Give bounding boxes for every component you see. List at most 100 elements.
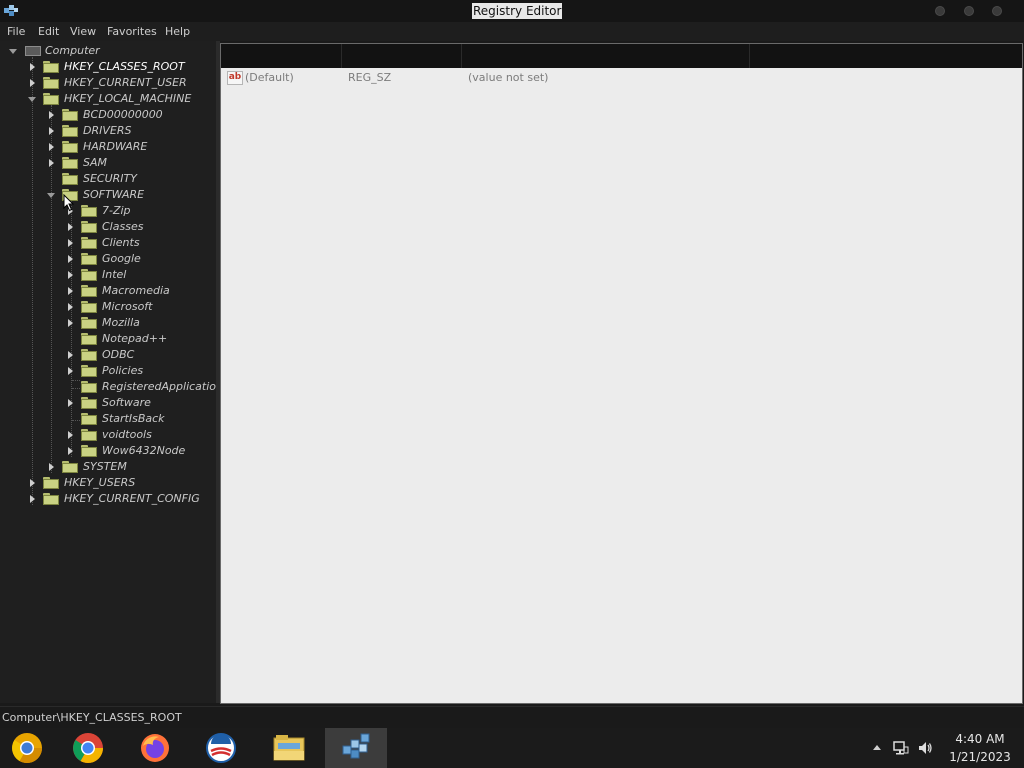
minimize-button[interactable]	[935, 6, 945, 16]
tree-node-google[interactable]: Google	[0, 251, 216, 267]
tree-node-startisback[interactable]: StartIsBack	[0, 411, 216, 427]
expand-arrow-icon[interactable]	[68, 239, 73, 247]
taskbar-file-explorer[interactable]	[258, 728, 320, 768]
taskbar-logo-app[interactable]	[190, 728, 252, 768]
tree-node-hardware[interactable]: HARDWARE	[0, 139, 216, 155]
tree-node-software-sub[interactable]: Software	[0, 395, 216, 411]
menu-favorites[interactable]: Favorites	[107, 25, 157, 39]
value-name: (Default)	[245, 71, 294, 84]
collapse-arrow-icon[interactable]	[47, 193, 55, 198]
tree-node-odbc[interactable]: ODBC	[0, 347, 216, 363]
tree-node-label: Software	[102, 396, 151, 409]
clock-date[interactable]: 1/21/2023	[944, 750, 1016, 765]
expand-arrow-icon[interactable]	[49, 463, 54, 471]
tree-node-intel[interactable]: Intel	[0, 267, 216, 283]
list-item[interactable]: ab (Default) REG_SZ (value not set)	[221, 70, 1022, 86]
expand-arrow-icon[interactable]	[30, 495, 35, 503]
folder-icon	[81, 317, 97, 329]
expand-arrow-icon[interactable]	[49, 111, 54, 119]
tree-node-drivers[interactable]: DRIVERS	[0, 123, 216, 139]
string-value-icon: ab	[227, 71, 243, 85]
status-path: Computer\HKEY_CLASSES_ROOT	[2, 711, 182, 724]
tree-node-security[interactable]: SECURITY	[0, 171, 216, 187]
collapse-arrow-icon[interactable]	[28, 97, 36, 102]
taskbar-registry-editor[interactable]	[325, 728, 387, 768]
expand-arrow-icon[interactable]	[68, 367, 73, 375]
tree-node-clients[interactable]: Clients	[0, 235, 216, 251]
tree-node-mozilla[interactable]: Mozilla	[0, 315, 216, 331]
tree-node-hkey-local-machine[interactable]: HKEY_LOCAL_MACHINE	[0, 91, 216, 107]
maximize-button[interactable]	[964, 6, 974, 16]
tree-node-wow6432node[interactable]: Wow6432Node	[0, 443, 216, 459]
folder-icon	[81, 365, 97, 377]
tree-node-software[interactable]: SOFTWARE	[0, 187, 216, 203]
tree-node-7-zip[interactable]: 7-Zip	[0, 203, 216, 219]
tree-node-voidtools[interactable]: voidtools	[0, 427, 216, 443]
title-bar[interactable]: Registry Editor	[0, 0, 1024, 22]
show-hidden-icons-button[interactable]	[873, 745, 881, 750]
tree-node-sam[interactable]: SAM	[0, 155, 216, 171]
registry-editor-icon[interactable]	[2, 2, 20, 20]
tree-node-classes[interactable]: Classes	[0, 219, 216, 235]
tree-node-notepad-plus-plus[interactable]: Notepad++	[0, 331, 216, 347]
list-header	[221, 44, 1022, 68]
tree-node-label: Clients	[102, 236, 140, 249]
expand-arrow-icon[interactable]	[68, 319, 73, 327]
expand-arrow-icon[interactable]	[68, 431, 73, 439]
column-header-name[interactable]	[221, 44, 342, 68]
menu-edit[interactable]: Edit	[38, 25, 59, 39]
expand-arrow-icon[interactable]	[49, 143, 54, 151]
tree-node-registered-applications[interactable]: RegisteredApplications	[0, 379, 216, 395]
menu-file[interactable]: File	[7, 25, 25, 39]
column-header-data[interactable]	[462, 44, 750, 68]
tree-node-hkey-users[interactable]: HKEY_USERS	[0, 475, 216, 491]
menu-view[interactable]: View	[70, 25, 96, 39]
tree-node-hkey-classes-root[interactable]: HKEY_CLASSES_ROOT	[0, 59, 216, 75]
expand-arrow-icon[interactable]	[68, 303, 73, 311]
tree-node-label: Wow6432Node	[102, 444, 186, 457]
folder-icon	[81, 429, 97, 441]
expand-arrow-icon[interactable]	[68, 447, 73, 455]
expand-arrow-icon[interactable]	[49, 159, 54, 167]
expand-arrow-icon[interactable]	[49, 127, 54, 135]
tree-node-label: BCD00000000	[83, 108, 163, 121]
registry-tree[interactable]: Computer HKEY_CLASSES_ROOT HKEY_CURRENT_…	[0, 41, 216, 703]
expand-arrow-icon[interactable]	[68, 351, 73, 359]
mouse-cursor-icon	[63, 194, 75, 212]
taskbar-firefox[interactable]	[124, 728, 186, 768]
expand-arrow-icon[interactable]	[30, 79, 35, 87]
tree-node-policies[interactable]: Policies	[0, 363, 216, 379]
tree-node-bcd00000000[interactable]: BCD00000000	[0, 107, 216, 123]
firefox-icon	[141, 734, 169, 762]
expand-arrow-icon[interactable]	[68, 255, 73, 263]
network-icon[interactable]	[893, 740, 909, 756]
tree-node-computer[interactable]: Computer	[0, 43, 216, 59]
values-list[interactable]: ab (Default) REG_SZ (value not set)	[220, 43, 1023, 704]
close-button[interactable]	[992, 6, 1002, 16]
tree-node-hkey-current-config[interactable]: HKEY_CURRENT_CONFIG	[0, 491, 216, 507]
value-data: (value not set)	[468, 71, 549, 84]
taskbar-chrome[interactable]	[62, 728, 124, 768]
clock-time[interactable]: 4:40 AM	[950, 732, 1010, 747]
collapse-arrow-icon[interactable]	[9, 49, 17, 54]
tree-node-label: HKEY_CLASSES_ROOT	[64, 60, 185, 73]
tree-node-microsoft[interactable]: Microsoft	[0, 299, 216, 315]
menu-help[interactable]: Help	[165, 25, 190, 39]
expand-arrow-icon[interactable]	[68, 223, 73, 231]
taskbar-chrome-canary[interactable]	[0, 728, 62, 768]
registry-editor-icon	[342, 733, 370, 759]
expand-arrow-icon[interactable]	[30, 479, 35, 487]
folder-icon	[81, 349, 97, 361]
expand-arrow-icon[interactable]	[68, 287, 73, 295]
tree-node-label: Google	[102, 252, 141, 265]
expand-arrow-icon[interactable]	[68, 399, 73, 407]
volume-icon[interactable]	[917, 740, 933, 756]
expand-arrow-icon[interactable]	[68, 271, 73, 279]
folder-icon	[81, 397, 97, 409]
tree-node-macromedia[interactable]: Macromedia	[0, 283, 216, 299]
menu-bar: File Edit View Favorites Help	[0, 22, 1024, 41]
tree-node-hkey-current-user[interactable]: HKEY_CURRENT_USER	[0, 75, 216, 91]
column-header-type[interactable]	[342, 44, 462, 68]
tree-node-system[interactable]: SYSTEM	[0, 459, 216, 475]
expand-arrow-icon[interactable]	[30, 63, 35, 71]
